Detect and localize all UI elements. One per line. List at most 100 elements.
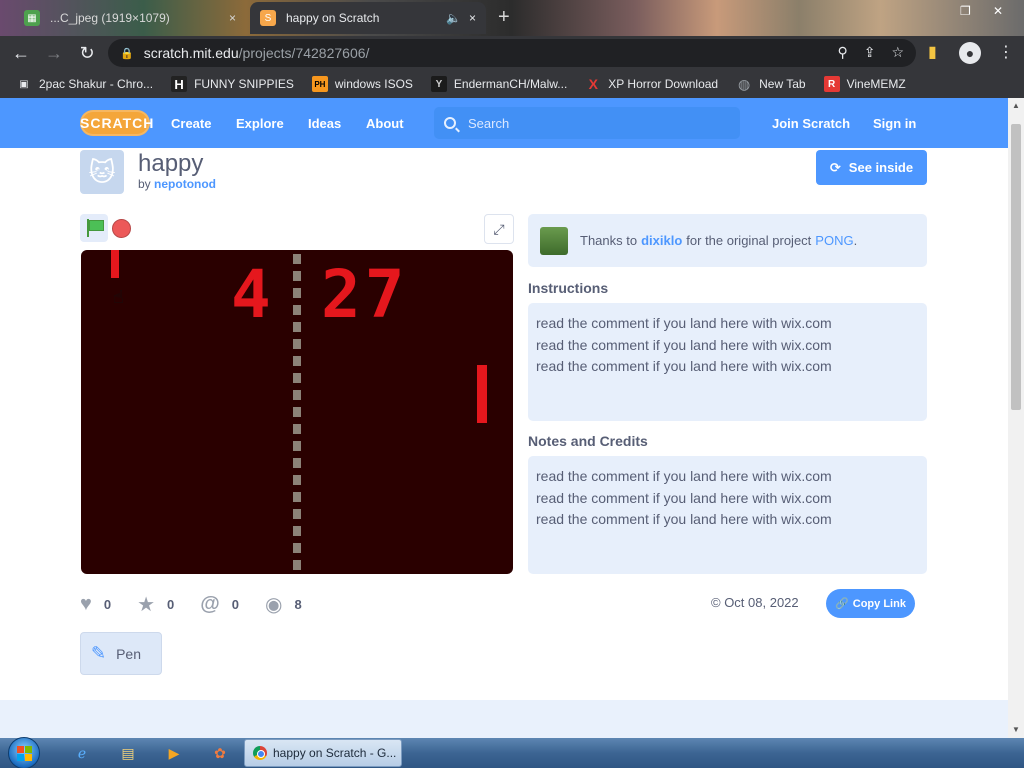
close-window-icon[interactable]: ✕ bbox=[993, 4, 1003, 18]
author-link[interactable]: nepotonod bbox=[154, 177, 216, 191]
join-scratch-link[interactable]: Join Scratch bbox=[772, 116, 850, 131]
bookmark-label: EndermanCH/Malw... bbox=[453, 77, 568, 91]
favorite-count: 0 bbox=[167, 596, 175, 612]
by-label: by bbox=[138, 177, 151, 191]
share-icon[interactable]: ⇪ bbox=[864, 44, 876, 61]
taskbar-chrome-task[interactable]: happy on Scratch - G... bbox=[244, 739, 402, 767]
close-tab-icon[interactable]: × bbox=[229, 11, 236, 25]
profile-avatar-icon[interactable]: ● bbox=[959, 42, 981, 64]
search-input[interactable] bbox=[468, 115, 708, 131]
tab-happy-on-scratch[interactable]: S happy on Scratch 🔈 × bbox=[250, 2, 486, 34]
bookmark-label: windows ISOS bbox=[334, 77, 413, 91]
bookmark-star-icon[interactable]: ☆ bbox=[891, 44, 904, 61]
media-player-icon[interactable]: ▶ bbox=[162, 742, 186, 764]
start-button[interactable] bbox=[8, 737, 40, 768]
bookmarks-bar: ▣ 2pac Shakur - Chro... H FUNNY SNIPPIES… bbox=[0, 70, 1024, 98]
bookmark-favicon-icon: PH bbox=[311, 76, 328, 92]
left-paddle bbox=[111, 250, 119, 278]
bookmark-item[interactable]: ◍ New Tab bbox=[736, 76, 806, 92]
project-title: happy bbox=[138, 150, 204, 177]
app-icon[interactable]: ✿ bbox=[208, 742, 232, 764]
nav-about[interactable]: About bbox=[366, 116, 404, 131]
love-stat[interactable]: ♥ 0 bbox=[80, 593, 111, 616]
bookmark-item[interactable]: ▣ 2pac Shakur - Chro... bbox=[16, 76, 153, 92]
original-project-thumbnail[interactable] bbox=[540, 226, 568, 255]
bookmark-item[interactable]: PH windows ISOS bbox=[311, 76, 413, 92]
audio-playing-icon[interactable]: 🔈 bbox=[446, 11, 461, 25]
bookmark-favicon-icon: Y bbox=[430, 76, 447, 92]
green-flag-icon bbox=[86, 219, 104, 237]
remix-arrows-icon: ⟳ bbox=[829, 159, 841, 175]
original-project-link[interactable]: PONG bbox=[815, 233, 853, 248]
tab-title: ...C_jpeg (1919×1079) bbox=[50, 11, 170, 25]
project-stats: ♥ 0 ★ 0 @ 0 ◉ 8 bbox=[80, 592, 328, 617]
scratch-logo[interactable]: SCRATCH bbox=[80, 110, 153, 136]
eye-icon: ◉ bbox=[265, 593, 283, 616]
project-stage[interactable]: 4 27 bbox=[81, 250, 513, 574]
page-scrollbar[interactable]: ▲ ▼ bbox=[1008, 98, 1024, 738]
project-author-line: by nepotonod bbox=[138, 177, 216, 191]
bookmark-favicon-icon: X bbox=[588, 76, 598, 92]
scroll-up-icon[interactable]: ▲ bbox=[1012, 101, 1020, 110]
restore-window-icon[interactable]: ❐ bbox=[960, 4, 971, 18]
project-page: 🐱 happy by nepotonod ⟳ See inside ⤢ 4 27 bbox=[0, 148, 1008, 700]
pen-icon: ✎ bbox=[91, 643, 107, 663]
scroll-down-icon[interactable]: ▼ bbox=[1012, 725, 1020, 734]
search-bar bbox=[434, 107, 740, 139]
new-tab-button[interactable]: + bbox=[498, 7, 510, 27]
see-inside-button[interactable]: ⟳ See inside bbox=[816, 150, 927, 185]
nav-ideas[interactable]: Ideas bbox=[308, 116, 341, 131]
sign-in-link[interactable]: Sign in bbox=[873, 116, 916, 131]
side-panel-icon[interactable]: ▮ bbox=[928, 42, 937, 62]
remix-count: 0 bbox=[231, 596, 240, 612]
favorite-stat[interactable]: ★ 0 bbox=[137, 592, 174, 617]
share-date: © Oct 08, 2022 bbox=[711, 595, 799, 610]
nav-create[interactable]: Create bbox=[171, 116, 211, 131]
nav-explore[interactable]: Explore bbox=[236, 116, 284, 131]
bookmark-item[interactable]: Y EndermanCH/Malw... bbox=[430, 76, 568, 92]
reload-button[interactable]: ↻ bbox=[76, 42, 98, 64]
zoom-icon[interactable]: ⚲ bbox=[837, 44, 847, 61]
forward-button[interactable]: → bbox=[43, 42, 65, 64]
bookmark-label: VineMEMZ bbox=[846, 77, 906, 91]
address-bar[interactable]: 🔒 scratch.mit.edu/projects/742827606/ ⚲ … bbox=[108, 39, 916, 67]
image-favicon-icon: ▦ bbox=[24, 10, 40, 26]
see-inside-label: See inside bbox=[848, 160, 914, 175]
author-avatar[interactable]: 🐱 bbox=[80, 150, 124, 194]
left-score: 4 bbox=[231, 256, 275, 333]
fullscreen-button[interactable]: ⤢ bbox=[484, 214, 514, 244]
remix-credit-box: Thanks to dixiklo for the original proje… bbox=[528, 214, 927, 267]
file-explorer-icon[interactable]: ▤ bbox=[116, 742, 140, 764]
bookmark-favicon-icon: H bbox=[171, 76, 188, 92]
windows-logo-icon bbox=[25, 746, 32, 753]
scrollbar-thumb[interactable] bbox=[1011, 124, 1021, 410]
tab-title: happy on Scratch bbox=[286, 11, 380, 25]
back-button[interactable]: ← bbox=[10, 42, 32, 64]
bookmark-item[interactable]: R VineMEMZ bbox=[823, 76, 906, 92]
close-tab-icon[interactable]: × bbox=[469, 11, 476, 25]
love-count: 0 bbox=[103, 596, 112, 612]
windows-taskbar: ℯ ▤ ▶ ✿ happy on Scratch - G... bbox=[0, 737, 1024, 768]
green-flag-button[interactable] bbox=[80, 214, 108, 242]
internet-explorer-icon[interactable]: ℯ bbox=[70, 742, 94, 764]
search-icon bbox=[444, 117, 456, 129]
page-viewport: SCRATCH Create Explore Ideas About Join … bbox=[0, 98, 1008, 738]
copy-link-label: Copy Link bbox=[852, 597, 906, 610]
tab-strip: ▦ ...C_jpeg (1919×1079) × S happy on Scr… bbox=[0, 0, 1024, 36]
stop-button[interactable] bbox=[112, 219, 131, 238]
task-label: happy on Scratch - G... bbox=[273, 746, 397, 760]
instructions-line: read the comment if you land here with w… bbox=[536, 358, 832, 374]
remix-swirl-icon: @ bbox=[200, 592, 220, 615]
menu-kebab-icon[interactable]: ⋮ bbox=[998, 42, 1014, 62]
heart-icon: ♥ bbox=[80, 592, 92, 615]
view-stat: ◉ 8 bbox=[265, 592, 302, 617]
copy-link-button[interactable]: 🔗 Copy Link bbox=[826, 589, 915, 618]
remix-stat: @ 0 bbox=[200, 593, 239, 616]
bookmark-favicon-icon: R bbox=[823, 76, 840, 92]
bookmark-item[interactable]: X XP Horror Download bbox=[585, 76, 719, 92]
tab-image[interactable]: ▦ ...C_jpeg (1919×1079) × bbox=[14, 2, 246, 34]
windows-logo-icon bbox=[25, 754, 32, 761]
right-score: 27 bbox=[321, 256, 409, 333]
original-author-link[interactable]: dixiklo bbox=[641, 233, 682, 248]
bookmark-item[interactable]: H FUNNY SNIPPIES bbox=[171, 76, 294, 92]
